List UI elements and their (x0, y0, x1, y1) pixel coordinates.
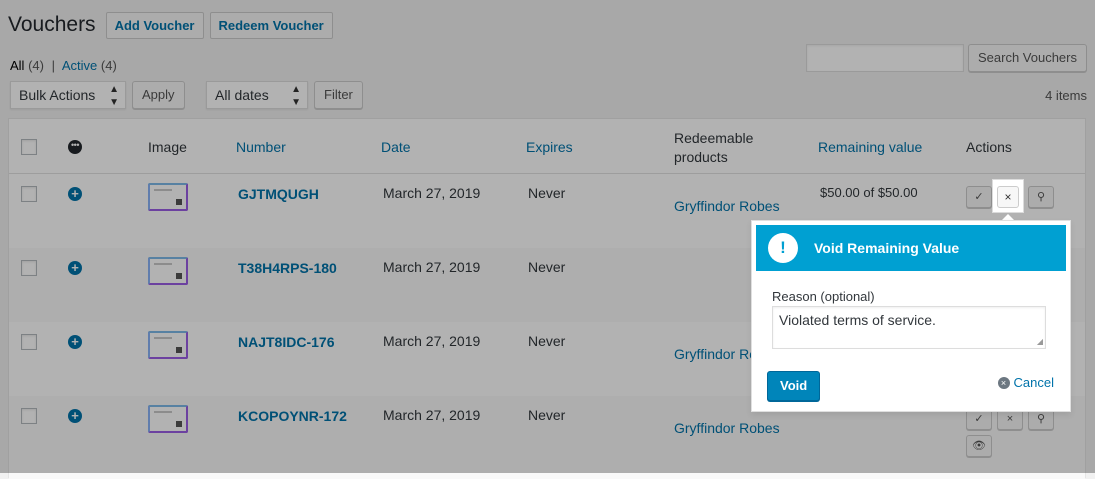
cancel-link[interactable]: × Cancel (997, 375, 1054, 390)
reason-value: Violated terms of service. (779, 312, 936, 328)
dialog-header: ! Void Remaining Value (756, 225, 1066, 271)
reason-label: Reason (optional) (772, 289, 875, 304)
void-remaining-value-dialog: ! Void Remaining Value Reason (optional)… (751, 220, 1071, 412)
void-highlight: × (993, 180, 1023, 212)
dialog-title: Void Remaining Value (814, 240, 960, 256)
reason-textarea[interactable]: Violated terms of service. ◢ (772, 306, 1046, 349)
alert-icon: ! (768, 233, 798, 263)
cancel-label: Cancel (1013, 375, 1054, 390)
page: Vouchers Add Voucher Redeem Voucher All … (0, 0, 1095, 479)
void-close-icon[interactable]: × (997, 186, 1019, 208)
resize-handle-icon[interactable]: ◢ (1037, 338, 1043, 346)
void-button[interactable]: Void (767, 371, 821, 401)
cancel-icon: × (997, 376, 1010, 389)
